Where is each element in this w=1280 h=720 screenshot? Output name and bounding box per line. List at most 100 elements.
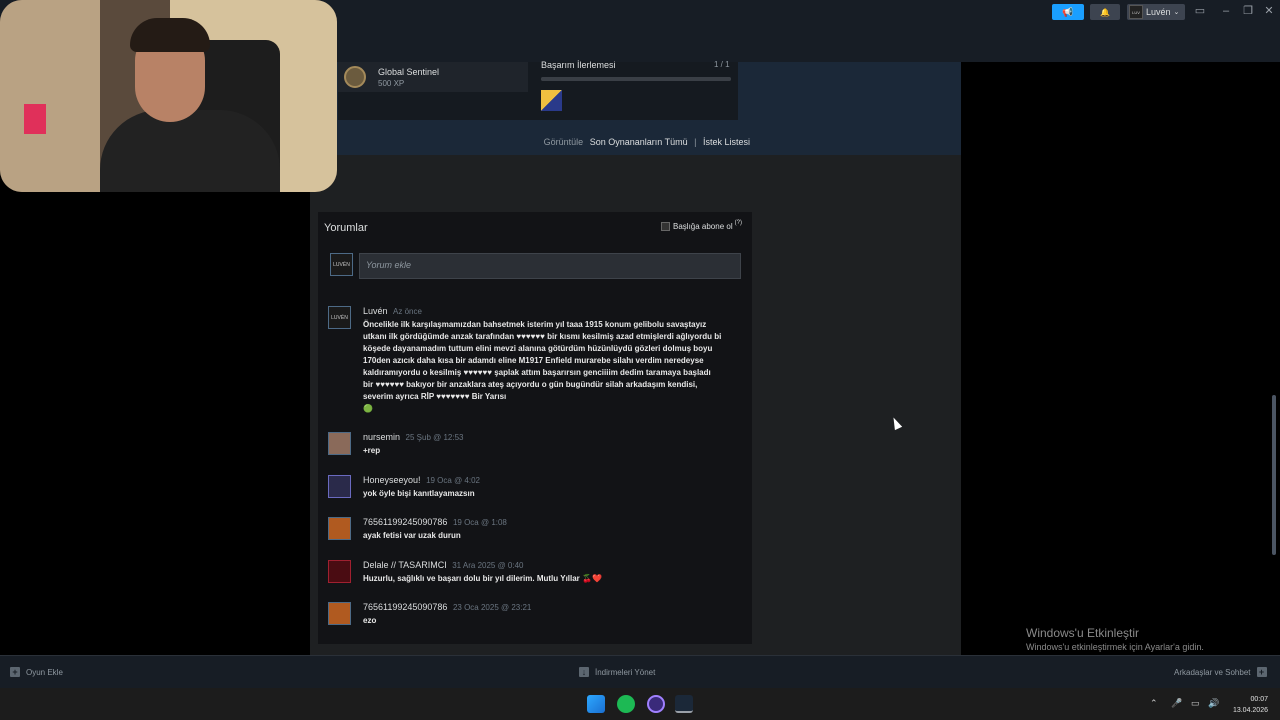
link-separator: |: [694, 137, 697, 147]
monitor-icon[interactable]: ▭: [1192, 4, 1208, 18]
comment-time: 19 Oca @ 1:08: [452, 518, 507, 527]
avatar[interactable]: LUVÉN: [328, 306, 351, 329]
comment-author[interactable]: 76561199245090786: [363, 602, 447, 612]
megaphone-icon: 📢: [1062, 6, 1074, 17]
comment-item: Honeyseeyou! 19 Oca @ 4:02 yok öyle bişi…: [328, 475, 743, 505]
comments-panel: Yorumlar Başlığa abone ol (?) LUVÉN Yoru…: [318, 212, 752, 644]
activation-subtitle: Windows'u etkinleştirmek için Ayarlar'a …: [1026, 642, 1204, 652]
steam-bottom-bar: + Oyun Ekle ↓ İndirmeleri Yönet Arkadaşl…: [0, 655, 1280, 688]
chevron-up-icon[interactable]: ⌃: [1150, 698, 1158, 709]
avatar: LUV: [1129, 5, 1143, 19]
comment-author[interactable]: Luvén: [363, 306, 388, 316]
announcement-button[interactable]: 📢: [1052, 4, 1084, 20]
comment-time: 25 Şub @ 12:53: [405, 433, 464, 442]
webcam-curtain: [0, 0, 100, 192]
downloads-label: İndirmeleri Yönet: [595, 667, 656, 677]
comment-author[interactable]: Delale // TASARIMCI: [363, 560, 447, 570]
add-game-label: Oyun Ekle: [26, 667, 63, 677]
plus-icon: +: [10, 667, 20, 677]
comment-emoji: 🟢: [363, 404, 373, 413]
microphone-icon[interactable]: 🎤: [1171, 698, 1182, 709]
badge-icon: [344, 66, 366, 88]
comment-author[interactable]: 76561199245090786: [363, 517, 447, 527]
avatar[interactable]: [328, 475, 351, 498]
webcam-overlay: [0, 0, 337, 192]
friends-chat-button[interactable]: Arkadaşlar ve Sohbet +: [1174, 667, 1273, 677]
comment-item: Delale // TASARIMCI 31 Ara 2025 @ 0:40 H…: [328, 560, 743, 590]
webcam-light: [24, 104, 46, 134]
subscribe-label: Başlığa abone ol: [673, 222, 733, 231]
scrollbar[interactable]: [1272, 395, 1276, 555]
achievement-progress-value: 1 / 1: [714, 60, 730, 69]
comments-title: Yorumlar: [324, 222, 368, 234]
account-name: Luvén: [1146, 7, 1171, 17]
comment-time: 31 Ara 2025 @ 0:40: [452, 561, 524, 570]
system-clock[interactable]: 00:07 13.04.2026: [1226, 694, 1268, 716]
comment-time: 19 Oca @ 4:02: [426, 476, 480, 485]
volume-icon[interactable]: 🔊: [1208, 698, 1219, 709]
avatar[interactable]: [328, 560, 351, 583]
add-game-button[interactable]: + Oyun Ekle: [10, 667, 63, 677]
wishlist-link[interactable]: İstek Listesi: [703, 137, 750, 147]
comment-text: ayak fetisi var uzak durun: [363, 531, 461, 540]
subscribe-thread[interactable]: Başlığa abone ol (?): [661, 220, 742, 231]
windows-taskbar: ⌃ 🎤 ▭ 🔊 00:07 13.04.2026: [0, 688, 1280, 720]
network-icon[interactable]: ▭: [1191, 698, 1200, 709]
comment-text: ezo: [363, 616, 377, 625]
steam-icon[interactable]: [675, 695, 693, 713]
account-menu-button[interactable]: LUV Luvén ⌄: [1127, 4, 1185, 20]
badge-xp: 500 XP: [378, 79, 405, 88]
badge-name: Global Sentinel: [378, 67, 440, 77]
comment-text: +rep: [363, 446, 381, 455]
clock-date: 13.04.2026: [1232, 707, 1268, 714]
comment-header: Honeyseeyou! 19 Oca @ 4:02: [363, 475, 480, 485]
comment-text: yok öyle bişi kanıtlayamazsın: [363, 489, 475, 498]
recent-games-link[interactable]: Son Oynananların Tümü: [590, 137, 688, 147]
windows-start-icon[interactable]: [587, 695, 605, 713]
clock-time: 00:07: [1250, 696, 1268, 703]
restore-icon[interactable]: ❐: [1240, 4, 1256, 18]
close-icon[interactable]: ✕: [1261, 4, 1277, 18]
achievement-progress-bar: [541, 77, 731, 81]
notifications-button[interactable]: 🔔: [1090, 4, 1120, 20]
comment-author[interactable]: nursemin: [363, 432, 400, 442]
view-label: Görüntüle: [543, 137, 584, 147]
comment-body: Öncelikle ilk karşılaşmamızdan bahsetmek…: [363, 320, 722, 401]
comment-header: nursemin 25 Şub @ 12:53: [363, 432, 463, 442]
avatar: LUVÉN: [330, 253, 353, 276]
bell-icon: 🔔: [1100, 7, 1110, 17]
comment-item: nursemin 25 Şub @ 12:53 +rep: [328, 432, 743, 462]
spotify-icon[interactable]: [617, 695, 635, 713]
comment-text: Öncelikle ilk karşılaşmamızdan bahsetmek…: [363, 319, 723, 415]
right-panel: [961, 62, 1280, 655]
manage-downloads-button[interactable]: ↓ İndirmeleri Yönet: [579, 667, 655, 677]
avatar[interactable]: [328, 517, 351, 540]
chevron-down-icon: ⌄: [1173, 9, 1180, 16]
view-links-row: Görüntüle Son Oynananların Tümü | İstek …: [320, 137, 750, 151]
comment-header: 76561199245090786 23 Oca 2025 @ 23:21: [363, 602, 531, 612]
windows-activation-watermark: Windows'u Etkinleştir Windows'u etkinleş…: [1026, 626, 1204, 652]
comment-item: LUVÉN Luvén Az önce Öncelikle ilk karşıl…: [328, 306, 743, 416]
achievement-progress-fill: [541, 77, 731, 81]
achievement-icon[interactable]: [541, 90, 562, 111]
download-icon: ↓: [579, 667, 589, 677]
avatar[interactable]: [328, 602, 351, 625]
comment-input[interactable]: Yorum ekle: [359, 253, 741, 279]
webcam-person-hair: [130, 18, 210, 52]
avatar[interactable]: [328, 432, 351, 455]
comment-header: 76561199245090786 19 Oca @ 1:08: [363, 517, 507, 527]
comment-time: Az önce: [393, 307, 422, 316]
comment-time: 23 Oca 2025 @ 23:21: [452, 603, 532, 612]
achievement-progress-label: Başarım İlerlemesi: [541, 60, 616, 70]
app-circle-icon[interactable]: [647, 695, 665, 713]
webcam-person-body: [100, 110, 280, 192]
minimize-icon[interactable]: –: [1218, 4, 1234, 18]
subscribe-checkbox[interactable]: [661, 222, 670, 231]
comment-author[interactable]: Honeyseeyou!: [363, 475, 421, 485]
comment-header: Delale // TASARIMCI 31 Ara 2025 @ 0:40: [363, 560, 524, 570]
comment-text: Huzurlu, sağlıklı ve başarı dolu bir yıl…: [363, 574, 602, 583]
comment-item: 76561199245090786 23 Oca 2025 @ 23:21 ez…: [328, 602, 743, 632]
friends-icon: +: [1256, 667, 1267, 677]
activation-title: Windows'u Etkinleştir: [1026, 626, 1139, 640]
help-icon[interactable]: (?): [735, 220, 742, 226]
